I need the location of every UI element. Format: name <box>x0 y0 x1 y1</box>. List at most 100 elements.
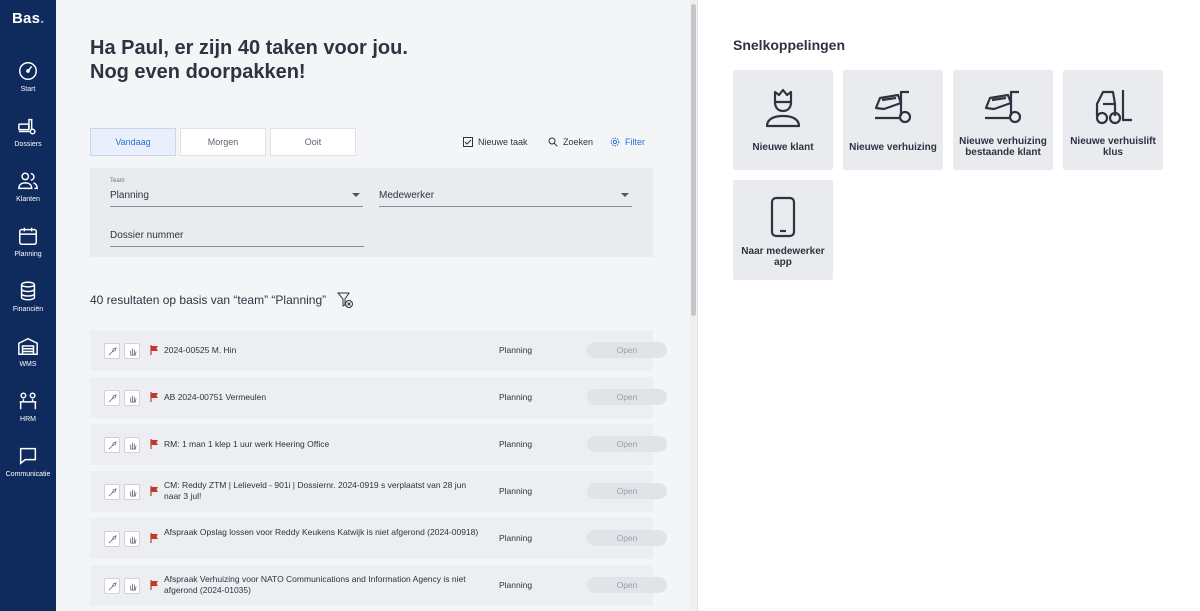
assign-icon <box>108 487 117 496</box>
task-team: Planning <box>499 533 533 543</box>
page-title: Ha Paul, er zijn 40 taken voor jou. Nog … <box>90 37 408 83</box>
moving-dolly-icon <box>874 90 912 124</box>
tab-ooit[interactable]: Ooit <box>270 128 356 156</box>
results-summary: 40 resultaten op basis van “team” “Plann… <box>90 291 354 309</box>
sidebar-item-start[interactable]: Start <box>0 60 56 110</box>
assign-button[interactable] <box>104 390 120 406</box>
sidebar-item-hrm[interactable]: HRM <box>0 390 56 440</box>
assign-button[interactable] <box>104 531 120 547</box>
people-board-icon <box>19 392 37 410</box>
claim-button[interactable] <box>124 390 140 406</box>
filter-panel: Team Planning Medewerker Dossier nummer <box>90 168 653 257</box>
hand-icon <box>129 536 136 544</box>
card-label: Nieuwe verhuislift klus <box>1070 136 1156 158</box>
hand-icon <box>129 348 136 356</box>
new-move-card[interactable]: Nieuwe verhuizing <box>843 70 943 170</box>
dossier-number-input[interactable]: Dossier nummer <box>110 230 364 247</box>
app-logo[interactable]: Bas. <box>12 10 45 27</box>
task-team: Planning <box>499 345 533 355</box>
moving-dolly-icon <box>984 90 1022 124</box>
employee-select[interactable]: Medewerker <box>379 190 632 207</box>
task-description: 2024-00525 M. Hin <box>164 345 237 355</box>
status-badge: Open <box>587 342 667 358</box>
task-description: Afspraak Verhuizing voor NATO Communicat… <box>164 574 466 595</box>
chevron-down-icon <box>621 193 629 197</box>
flag-icon <box>150 486 158 496</box>
claim-button[interactable] <box>124 343 140 359</box>
hand-icon <box>129 489 136 497</box>
task-team: Planning <box>499 392 533 402</box>
claim-button[interactable] <box>124 531 140 547</box>
coins-icon <box>20 281 36 301</box>
sidebar-item-communicatie[interactable]: Communicatie <box>0 445 56 495</box>
new-move-existing-customer-card[interactable]: Nieuwe verhuizing bestaande klant <box>953 70 1053 170</box>
checkbox-icon <box>463 137 473 147</box>
hand-icon <box>129 395 136 403</box>
warehouse-icon <box>18 337 38 355</box>
card-label: Nieuwe verhuizing bestaande klant <box>959 136 1047 158</box>
assign-icon <box>108 440 117 449</box>
scrollbar-thumb[interactable] <box>691 4 696 316</box>
assign-button[interactable] <box>104 484 120 500</box>
task-team: Planning <box>499 486 533 496</box>
chat-icon <box>19 447 37 465</box>
assign-button[interactable] <box>104 578 120 594</box>
tab-morgen[interactable]: Morgen <box>180 128 266 156</box>
task-row[interactable]: 2024-00525 M. Hin Planning Open <box>90 330 667 371</box>
tab-vandaag[interactable]: Vandaag <box>90 128 176 156</box>
card-label: Nieuwe klant <box>752 142 814 153</box>
claim-button[interactable] <box>124 437 140 453</box>
sidebar-item-planning[interactable]: Planning <box>0 225 56 275</box>
moving-truck-icon <box>18 118 36 135</box>
flag-icon <box>150 392 158 402</box>
chevron-down-icon <box>352 193 360 197</box>
task-row[interactable]: RM: 1 man 1 klep 1 uur werk Heering Offi… <box>90 424 667 465</box>
assign-icon <box>108 346 117 355</box>
sidebar-item-financien[interactable]: Financiën <box>0 280 56 330</box>
task-row[interactable]: AB 2024-00751 Vermeulen Planning Open <box>90 377 667 418</box>
assign-icon <box>108 581 117 590</box>
task-description: RM: 1 man 1 klep 1 uur werk Heering Offi… <box>164 439 330 449</box>
claim-button[interactable] <box>124 578 140 594</box>
assign-icon <box>108 534 117 543</box>
gear-icon <box>610 137 620 147</box>
task-row[interactable]: CM: Reddy ZTM | Lelieveld - 901i | Dossi… <box>90 471 667 512</box>
sidebar-item-wms[interactable]: WMS <box>0 335 56 385</box>
sidebar-item-label: Dossiers <box>14 141 42 148</box>
sidebar-item-dossiers[interactable]: Dossiers <box>0 115 56 165</box>
new-task-button[interactable]: Nieuwe taak <box>463 137 528 147</box>
new-lift-job-card[interactable]: Nieuwe verhuislift klus <box>1063 70 1163 170</box>
team-select[interactable]: Planning <box>110 190 363 207</box>
status-badge: Open <box>587 577 667 593</box>
sidebar-item-label: WMS <box>19 361 37 368</box>
sidebar-item-label: Planning <box>14 251 42 258</box>
customer-icon <box>765 88 801 128</box>
employee-app-card[interactable]: Naar medewerker app <box>733 180 833 280</box>
search-icon <box>548 137 558 147</box>
sidebar-item-label: Communicatie <box>5 471 51 478</box>
sidebar-item-label: Financiën <box>12 306 44 313</box>
task-team: Planning <box>499 439 533 449</box>
claim-button[interactable] <box>124 484 140 500</box>
clear-filter-icon[interactable] <box>336 291 354 309</box>
flag-icon <box>150 580 158 590</box>
filter-button[interactable]: Filter <box>610 137 645 147</box>
new-customer-card[interactable]: Nieuwe klant <box>733 70 833 170</box>
task-row[interactable]: Afspraak Opslag lossen voor Reddy Keuken… <box>90 518 667 559</box>
sidebar-item-label: Klanten <box>16 196 40 203</box>
status-badge: Open <box>587 530 667 546</box>
speedometer-icon <box>19 62 37 80</box>
status-badge: Open <box>587 389 667 405</box>
assign-icon <box>108 393 117 402</box>
status-badge: Open <box>587 436 667 452</box>
assign-button[interactable] <box>104 437 120 453</box>
task-team: Planning <box>499 580 533 590</box>
sidebar-item-klanten[interactable]: Klanten <box>0 170 56 220</box>
assign-button[interactable] <box>104 343 120 359</box>
hand-icon <box>129 583 136 591</box>
task-description: Afspraak Opslag lossen voor Reddy Keuken… <box>164 527 479 537</box>
users-icon <box>18 172 38 190</box>
search-button[interactable]: Zoeken <box>548 137 593 147</box>
flag-icon <box>150 439 158 449</box>
task-row[interactable]: Afspraak Verhuizing voor NATO Communicat… <box>90 565 667 606</box>
